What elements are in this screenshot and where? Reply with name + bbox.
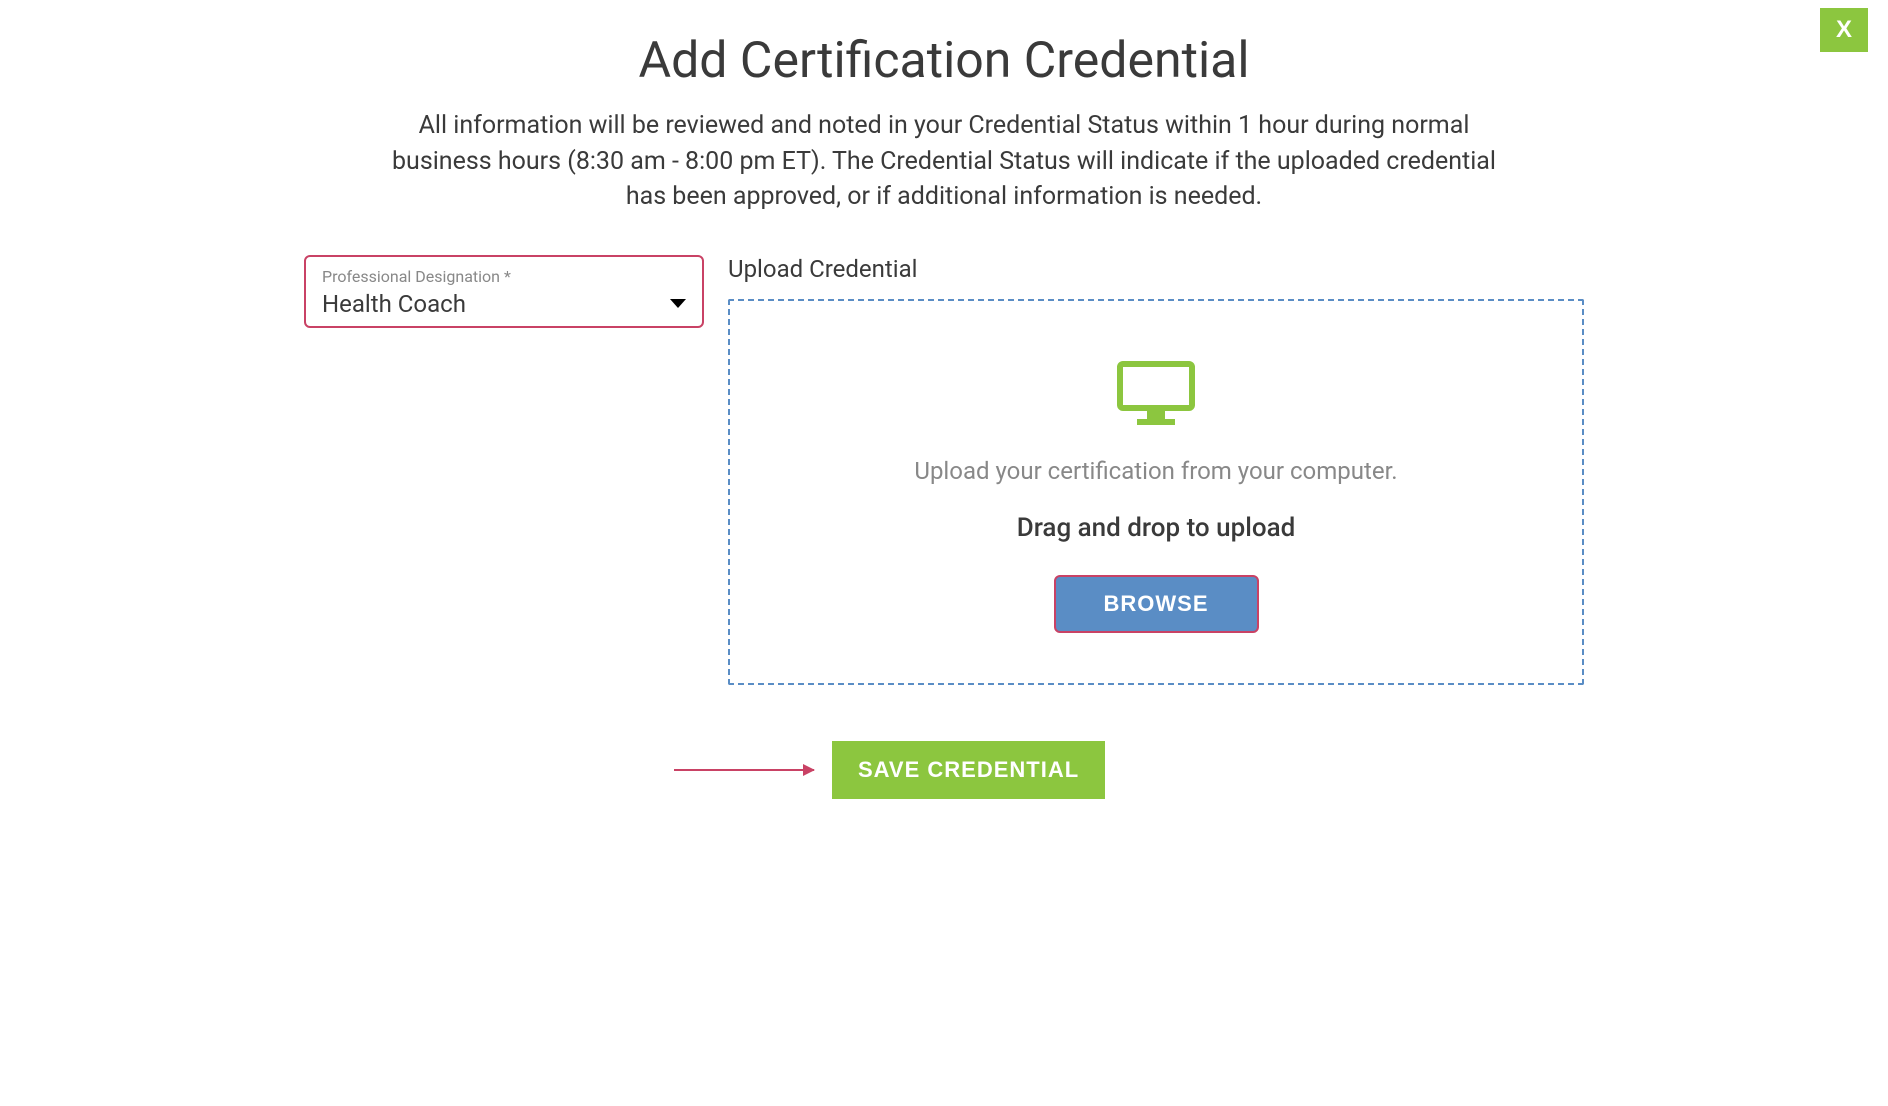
modal-container: Add Certification Credential All informa… <box>304 0 1584 799</box>
save-row: SAVE CREDENTIAL <box>304 741 1584 799</box>
select-value: Health Coach <box>322 290 466 318</box>
left-column: Professional Designation * Health Coach <box>304 255 704 685</box>
upload-hint: Upload your certification from your comp… <box>750 457 1562 485</box>
upload-dropzone[interactable]: Upload your certification from your comp… <box>728 299 1584 685</box>
upload-section-label: Upload Credential <box>728 255 1584 283</box>
browse-button[interactable]: BROWSE <box>1054 575 1259 633</box>
close-icon: X <box>1836 16 1852 44</box>
page-description: All information will be reviewed and not… <box>374 108 1514 215</box>
save-credential-button[interactable]: SAVE CREDENTIAL <box>832 741 1105 799</box>
select-value-row: Health Coach <box>322 290 686 318</box>
professional-designation-select[interactable]: Professional Designation * Health Coach <box>304 255 704 328</box>
computer-icon <box>1117 361 1195 429</box>
select-label: Professional Designation * <box>322 267 686 286</box>
page-title: Add Certification Credential <box>304 32 1584 90</box>
close-button[interactable]: X <box>1820 8 1868 52</box>
arrow-annotation-icon <box>674 769 814 771</box>
upload-drag-text: Drag and drop to upload <box>750 513 1562 543</box>
content-row: Professional Designation * Health Coach … <box>304 255 1584 685</box>
right-column: Upload Credential Upload your certificat… <box>728 255 1584 685</box>
caret-down-icon <box>670 299 686 308</box>
